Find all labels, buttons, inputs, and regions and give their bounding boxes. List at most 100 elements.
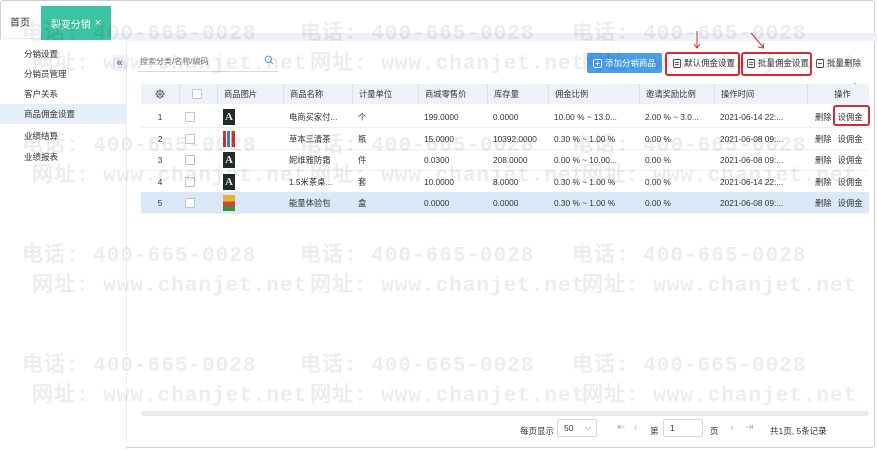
header-invite-reward-rate: 邀请奖励比例: [639, 84, 714, 104]
cell-price: 0.0300: [424, 154, 450, 165]
page-number-input[interactable]: 1: [663, 419, 703, 437]
next-page-icon[interactable]: ›: [730, 422, 733, 433]
table-row[interactable]: 1 A 电商买家付... 个 199.0000 0.0000 10.00 % ~ 13.0.…: [141, 106, 869, 127]
operation-cell: 删除 设佣金: [807, 128, 869, 149]
product-thumbnail-cell: A: [217, 149, 283, 170]
collapse-left-icon[interactable]: «: [113, 55, 126, 71]
cell-stock: 0.0000: [493, 197, 519, 208]
add-button-label: 添加分销商品: [604, 58, 656, 68]
add-distribution-product-button[interactable]: 添加分销商品: [587, 53, 662, 73]
cell-invite: 2.00 % ~ 3.0...: [645, 111, 699, 122]
red-arrow-down-icon: [693, 31, 701, 49]
last-page-icon[interactable]: ⇥: [745, 422, 753, 433]
cell-price: 15.0000: [424, 133, 454, 144]
sidebar-item-product-commission[interactable]: 商品佣金设置: [0, 104, 126, 124]
row-divider: [141, 213, 869, 214]
delete-link[interactable]: 删除: [815, 197, 832, 209]
batch-delete-button[interactable]: 批量删除: [816, 56, 861, 70]
cell-stock: 10392.0000: [493, 133, 537, 144]
cell-commission: 10.00 % ~ 13.0...: [554, 111, 617, 122]
cell-invite: 0.00 %: [645, 133, 671, 144]
cell-stock: 8.0000: [493, 176, 519, 187]
row-checkbox[interactable]: [185, 154, 195, 165]
pagination-summary: 共1页, 5条记录: [770, 426, 827, 436]
row-select-cell: [179, 106, 217, 127]
delete-link[interactable]: 删除: [815, 176, 832, 188]
highlight-batch-commission: [741, 52, 812, 76]
operation-cell: 删除 设佣金: [807, 149, 869, 170]
table-row[interactable]: 3 A 妮维雅防霜 件 0.0300 208.0000 0.00 % ~ 10.00... 0…: [141, 149, 869, 170]
cell-index: 4: [157, 176, 163, 187]
cell-name: 草本三清茶: [289, 133, 331, 144]
delete-icon: [816, 58, 824, 68]
search-icon[interactable]: [264, 55, 274, 65]
set-commission-link[interactable]: 设佣金: [838, 154, 863, 166]
sidebar-item-performance-report[interactable]: 业绩报表: [0, 147, 126, 167]
header-operation-time: 操作时间: [714, 84, 807, 104]
cell-time: 2021-06-08 09:...: [720, 133, 784, 144]
cell-commission: 0.30 % ~ 1.00 %: [554, 133, 616, 144]
settings-gear-icon[interactable]: [141, 84, 179, 104]
product-thumbnail: A: [223, 173, 235, 190]
header-operation: 操作: [807, 84, 869, 104]
row-checkbox[interactable]: [185, 197, 195, 208]
sidebar-item-performance-settlement[interactable]: 业绩结算: [0, 126, 126, 146]
header-select-all: [179, 84, 217, 104]
cell-unit: 盒: [358, 197, 367, 208]
row-select-cell: [179, 192, 217, 213]
row-select-cell: [179, 171, 217, 192]
cell-name: 1.5米茶桌...: [289, 176, 333, 187]
cell-commission: 0.30 % ~ 1.00 %: [554, 197, 616, 208]
page-size-value: 50: [564, 423, 574, 433]
cell-invite: 0.00 %: [645, 176, 671, 187]
table-row[interactable]: 4 A 1.5米茶桌... 套 10.0000 8.0000 0.30 % ~ 1.00 %…: [141, 171, 869, 192]
sidebar-item-customer-relations[interactable]: 客户关系: [0, 84, 126, 104]
cell-time: 2021-06-14 22:...: [720, 176, 784, 187]
search-input[interactable]: [138, 53, 260, 69]
cell-name: 能量体验包: [289, 197, 331, 208]
header-product-image: 商品图片: [217, 84, 283, 104]
set-commission-link[interactable]: 设佣金: [838, 111, 863, 123]
page-suffix: 页: [710, 426, 719, 436]
operation-cell: 删除 设佣金: [807, 106, 869, 127]
delete-link[interactable]: 删除: [815, 111, 832, 123]
tab-fission-distribution[interactable]: 裂变分销 ×: [41, 6, 111, 40]
table-row[interactable]: 2 草本三清茶 瓶 15.0000 10392.0000 0.30 % ~ 1.00 % 0…: [141, 128, 869, 149]
page-prefix: 第: [650, 426, 659, 436]
cell-stock: 0.0000: [493, 111, 519, 122]
product-thumbnail: [223, 194, 235, 211]
close-icon[interactable]: ×: [95, 17, 101, 29]
cell-price: 0.0000: [424, 197, 450, 208]
row-checkbox[interactable]: [185, 111, 195, 122]
header-unit: 计量单位: [352, 84, 418, 104]
delete-link[interactable]: 删除: [815, 133, 832, 145]
cell-name: 电商买家付...: [289, 111, 338, 122]
page-size-select[interactable]: 50 ⌵: [557, 419, 597, 437]
chevron-down-icon: ⌵: [584, 423, 591, 432]
per-page-label: 每页显示: [520, 426, 555, 436]
prev-page-icon[interactable]: ‹: [634, 422, 637, 433]
nav-home-link[interactable]: 首页: [10, 14, 30, 29]
select-all-checkbox[interactable]: [192, 89, 202, 99]
row-checkbox[interactable]: [185, 133, 195, 144]
product-thumbnail-cell: [217, 128, 283, 149]
product-thumbnail: [223, 130, 235, 147]
batch-delete-label: 批量删除: [827, 58, 862, 68]
cell-time: 2021-06-08 09:...: [720, 197, 784, 208]
sidebar-item-distribution-settings[interactable]: 分销设置: [0, 44, 126, 64]
sidebar-item-distributor-management[interactable]: 分销员管理: [0, 64, 126, 84]
header-product-name: 商品名称: [283, 84, 352, 104]
row-checkbox[interactable]: [185, 176, 195, 187]
cell-invite: 0.00 %: [645, 154, 671, 165]
horizontal-scrollbar[interactable]: [141, 411, 869, 416]
set-commission-link[interactable]: 设佣金: [838, 197, 863, 209]
first-page-icon[interactable]: ⇤: [617, 422, 625, 433]
table-header-row: 商品图片 商品名称 计量单位 商城零售价 库存量 佣金比例 邀请奖励比例 操作时…: [141, 84, 869, 104]
table-row[interactable]: 5 能量体验包 盒 0.0000 0.0000 0.30 % ~ 1.00 % 0.00 %…: [141, 192, 869, 213]
set-commission-link[interactable]: 设佣金: [838, 176, 863, 188]
delete-link[interactable]: 删除: [815, 154, 832, 166]
cell-unit: 瓶: [358, 133, 367, 144]
cell-name: 妮维雅防霜: [289, 154, 331, 165]
tab-label: 裂变分销: [50, 19, 91, 31]
set-commission-link[interactable]: 设佣金: [838, 133, 863, 145]
